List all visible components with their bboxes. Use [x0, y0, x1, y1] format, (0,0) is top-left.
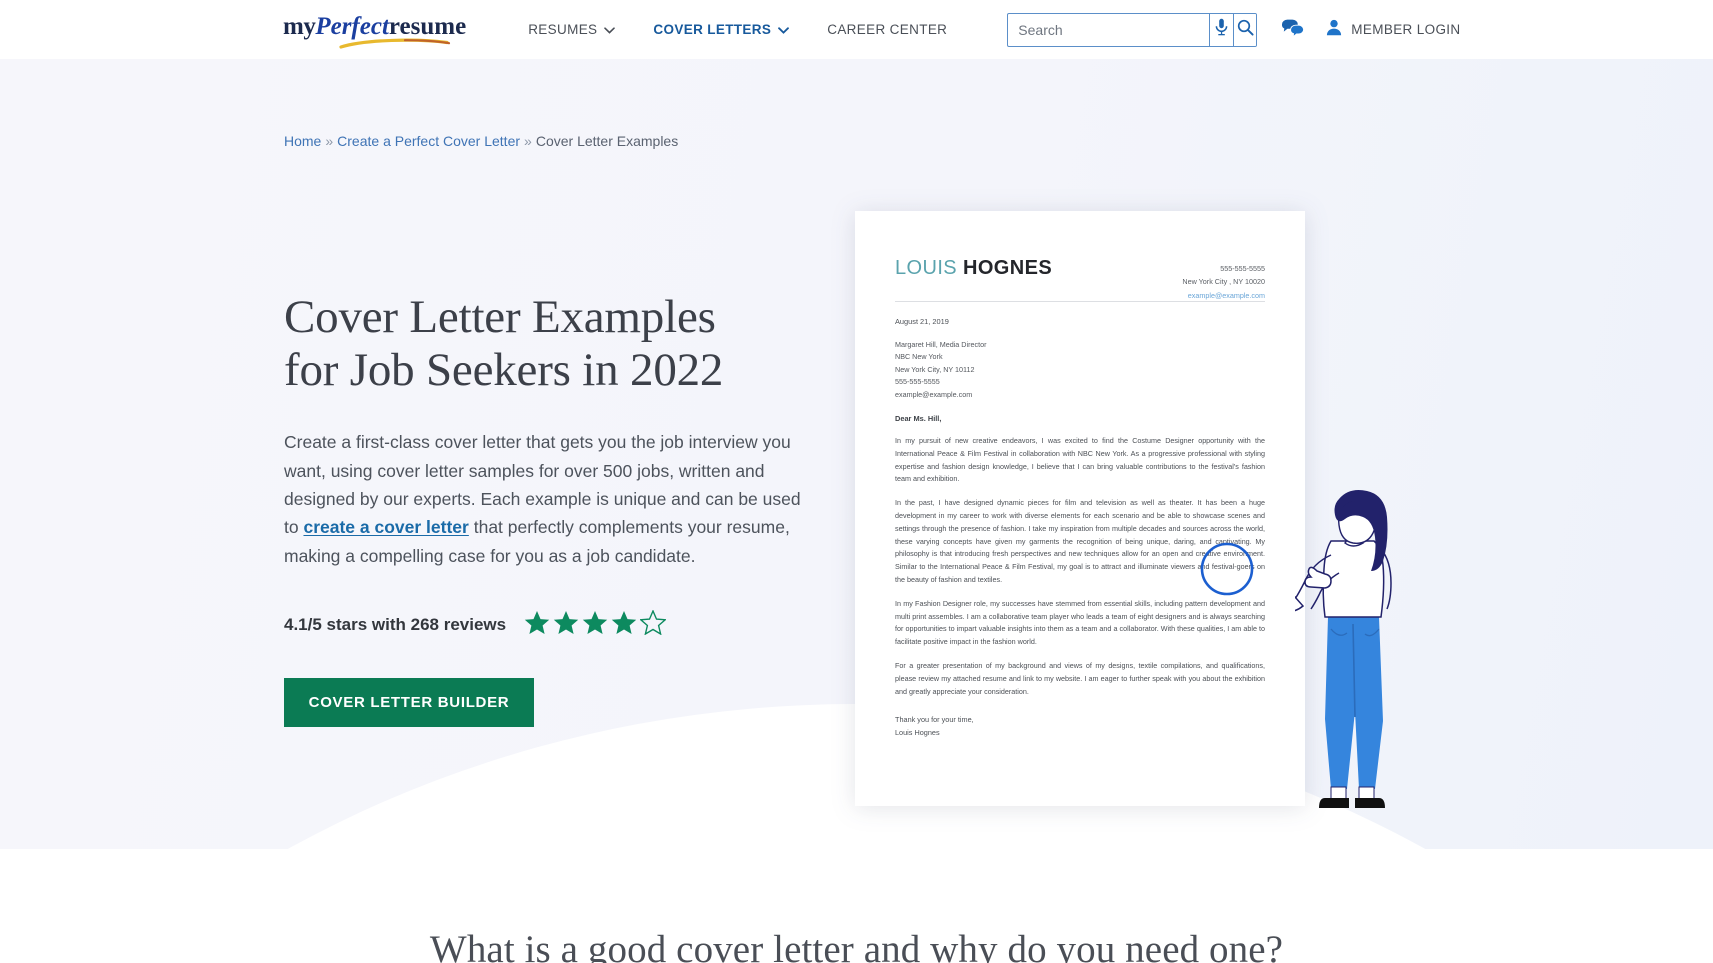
- star-filled-icon: [582, 610, 608, 640]
- woman-with-magnifying-glass-illustration: [1282, 489, 1415, 829]
- star-filled-icon: [553, 610, 579, 640]
- breadcrumb-item-home[interactable]: Home: [284, 133, 321, 149]
- page-title-line2: for Job Seekers in 2022: [284, 343, 724, 396]
- user-icon: [1326, 19, 1342, 41]
- letter-recipient-line: Margaret Hill, Media Director: [895, 340, 987, 349]
- chevron-down-icon: [604, 22, 616, 37]
- letter-name-last: HOGNES: [963, 257, 1053, 279]
- star-rating: [524, 609, 668, 640]
- header-inner: myPerfectresume RESUMES COVER LETTERS CA…: [0, 12, 1713, 49]
- breadcrumb-separator: »: [524, 133, 532, 149]
- search-button[interactable]: [1232, 13, 1257, 46]
- site-logo[interactable]: myPerfectresume: [283, 13, 467, 49]
- rating-row: 4.1/5 stars with 268 reviews: [284, 609, 824, 640]
- nav-item-cover-letters[interactable]: COVER LETTERS: [653, 22, 790, 37]
- rating-text: 4.1/5 stars with 268 reviews: [284, 614, 507, 634]
- search-input[interactable]: [1008, 13, 1210, 46]
- nav-label-resumes: RESUMES: [528, 22, 598, 37]
- letter-recipient-line: New York City, NY 10112: [895, 364, 975, 374]
- cover-letter-builder-button[interactable]: COVER LETTER BUILDER: [284, 677, 534, 727]
- letter-closing: Thank you for your time, Louis Hognes: [895, 713, 1265, 740]
- letter-paragraph: In my pursuit of new creative endeavors,…: [895, 435, 1265, 484]
- hero-content: Cover Letter Examples for Job Seekers in…: [284, 291, 824, 727]
- letter-recipient-line: NBC New York: [895, 352, 943, 362]
- cover-letter-preview[interactable]: LOUIS HOGNES 555-555-5555 New York City …: [855, 211, 1305, 806]
- logo-text-perfect: Perfect: [315, 13, 389, 40]
- search-icon: [1237, 19, 1254, 41]
- header-icon-group: MEMBER LOGIN: [1281, 18, 1460, 42]
- nav-label-cover-letters: COVER LETTERS: [653, 22, 772, 37]
- nav-item-resumes[interactable]: RESUMES: [528, 22, 616, 37]
- hero-section: Home» Create a Perfect Cover Letter» Cover…: [0, 59, 1713, 849]
- magnifying-glass-icon: [1198, 541, 1264, 607]
- breadcrumb-separator: »: [325, 133, 334, 149]
- star-filled-icon: [611, 610, 637, 640]
- logo-text-my: my: [283, 13, 316, 40]
- letter-email: example@example.com: [1187, 290, 1265, 300]
- page-title-line1: Cover Letter Examples: [284, 291, 716, 343]
- search-box[interactable]: [1007, 12, 1258, 47]
- section-title: What is a good cover letter and why do y…: [429, 928, 1284, 963]
- microphone-icon: [1215, 18, 1228, 41]
- breadcrumb-item-create-cover-letter[interactable]: Create a Perfect Cover Letter: [337, 133, 520, 149]
- chat-button[interactable]: [1281, 18, 1305, 42]
- letter-location: New York City , NY 10020: [1182, 277, 1265, 287]
- letter-date: August 21, 2019: [895, 317, 949, 326]
- main-nav: RESUMES COVER LETTERS CAREER CENTER: [528, 22, 985, 37]
- letter-recipient-line: 555-555-5555: [895, 377, 940, 387]
- member-login-label: MEMBER LOGIN: [1351, 22, 1461, 37]
- logo-swoosh-icon: [339, 38, 451, 49]
- logo-text-resume: resume: [388, 13, 467, 40]
- letter-name-first: LOUIS: [895, 257, 958, 279]
- star-filled-icon: [524, 610, 550, 640]
- hero-description: Create a first-class cover letter that g…: [284, 428, 806, 570]
- letter-recipient-line: example@example.com: [895, 389, 973, 399]
- cover-letter-document: LOUIS HOGNES 555-555-5555 New York City …: [855, 211, 1305, 806]
- letter-recipient-block: Margaret Hill, Media Director NBC New Yo…: [895, 339, 1265, 401]
- letter-phone: 555-555-5555: [1220, 264, 1265, 273]
- nav-item-career-center[interactable]: CAREER CENTER: [827, 22, 947, 37]
- nav-label-career-center: CAREER CENTER: [827, 22, 948, 37]
- letter-paragraph: For a greater presentation of my backgro…: [895, 661, 1265, 696]
- what-is-cover-letter-section: What is a good cover letter and why do y…: [0, 849, 1713, 963]
- star-empty-icon: [639, 609, 668, 640]
- create-cover-letter-link[interactable]: create a cover letter: [303, 517, 468, 537]
- letter-signature: Louis Hognes: [895, 727, 940, 737]
- member-login-button[interactable]: MEMBER LOGIN: [1326, 19, 1460, 41]
- letter-contact-block: 555-555-5555 New York City , NY 10020 ex…: [1182, 262, 1265, 302]
- microphone-button[interactable]: [1209, 13, 1233, 46]
- letter-salutation: Dear Ms. Hill,: [895, 413, 942, 423]
- site-header: myPerfectresume RESUMES COVER LETTERS CA…: [0, 0, 1713, 59]
- letter-closing-line: Thank you for your time,: [895, 714, 974, 724]
- breadcrumb: Home» Create a Perfect Cover Letter» Cover…: [284, 133, 678, 149]
- page-title: Cover Letter Examples for Job Seekers in…: [284, 291, 824, 396]
- chevron-down-icon: [778, 22, 790, 37]
- breadcrumb-item-current: Cover Letter Examples: [535, 133, 679, 149]
- chat-bubbles-icon: [1281, 18, 1305, 42]
